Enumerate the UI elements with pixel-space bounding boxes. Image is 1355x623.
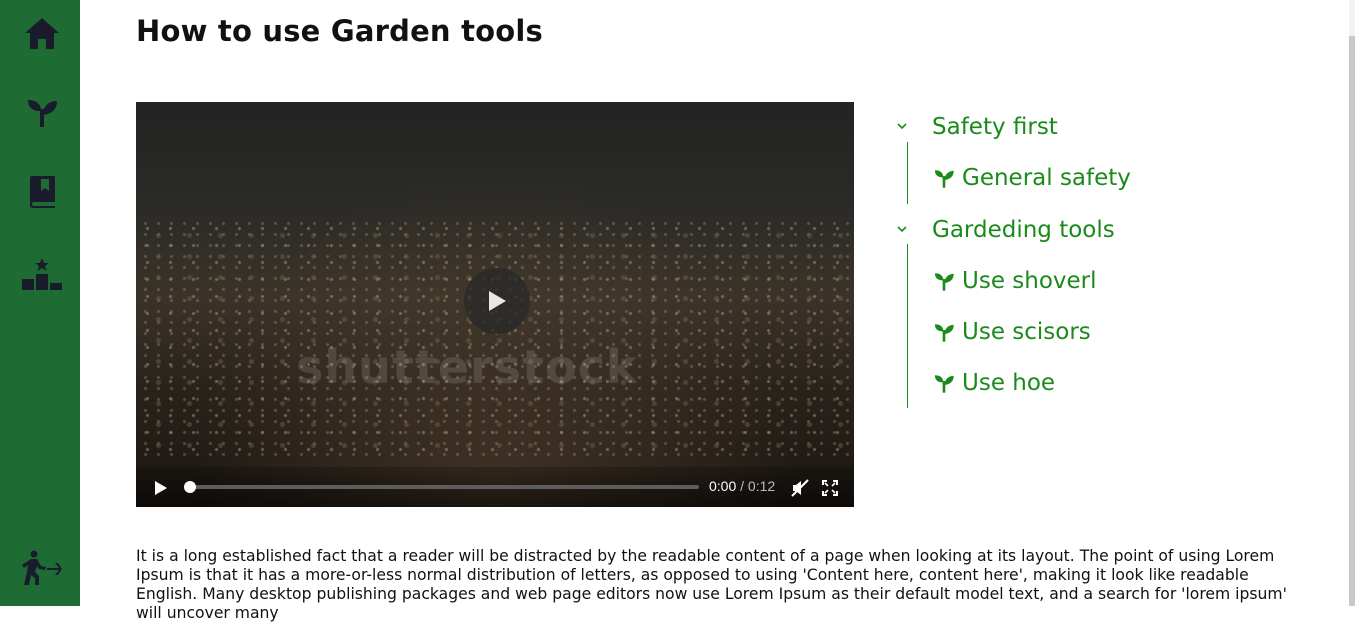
video-player[interactable]: shutterstock 0:00 / 0:12 [136,102,854,507]
lesson-description: It is a long established fact that a rea… [136,547,1287,622]
time-display: 0:00 / 0:12 [709,478,775,494]
book-icon [30,176,55,208]
toc-section-label: Safety first [932,114,1058,140]
logout-button[interactable] [20,546,64,590]
podium-icon [22,258,62,290]
seek-bar[interactable] [190,485,699,489]
toc-section-label: Gardeding tools [932,217,1115,243]
duration: 0:12 [747,478,776,494]
toc-section-gardening-tools[interactable]: Gardeding tools [896,217,1115,243]
toc-item-label: Use hoe [962,370,1056,396]
sprout-icon [28,100,57,127]
toc-item-label: Use scisors [962,319,1091,345]
play-button[interactable] [150,477,172,499]
toc-section-line [907,142,908,204]
sprout-icon [934,273,954,291]
toc-item-use-hoe[interactable]: Use hoe [932,370,1055,396]
current-time: 0:00 [709,478,737,494]
play-icon [155,481,167,495]
video-controls: 0:00 / 0:12 [136,467,854,507]
nav-leaderboard-button[interactable] [20,252,64,296]
video-watermark: shutterstock [296,340,638,394]
sprout-icon [934,375,954,393]
toc-item-general-safety[interactable]: General safety [932,165,1131,191]
page-scrollbar[interactable] [1349,0,1355,606]
nav-home-button[interactable] [20,12,64,56]
sprout-icon [934,170,954,188]
toc-item-label: General safety [962,165,1131,191]
toc-item-use-shovel[interactable]: Use shoverl [932,268,1097,294]
nav-plants-button[interactable] [20,90,64,134]
sprout-icon [934,324,954,342]
play-icon [489,291,506,311]
chevron-down-icon [896,119,914,135]
seek-handle[interactable] [184,481,196,493]
toc-item-label: Use shoverl [962,268,1097,294]
toc-section-safety-first[interactable]: Safety first [896,114,1058,140]
toc-item-use-scissors[interactable]: Use scisors [932,319,1091,345]
sidebar [0,0,80,606]
mute-button[interactable] [789,477,811,499]
scrollbar-thumb[interactable] [1349,36,1355,606]
fullscreen-button[interactable] [819,477,841,499]
time-separator: / [736,478,748,494]
exit-icon [22,550,62,585]
page-title: How to use Garden tools [136,14,543,48]
muted-speaker-icon [791,479,809,497]
fullscreen-icon [822,480,838,496]
toc-section-line [907,244,908,408]
nav-library-button[interactable] [20,170,64,214]
home-icon [25,18,59,49]
play-overlay-button[interactable] [464,268,530,334]
chevron-down-icon [896,222,914,238]
